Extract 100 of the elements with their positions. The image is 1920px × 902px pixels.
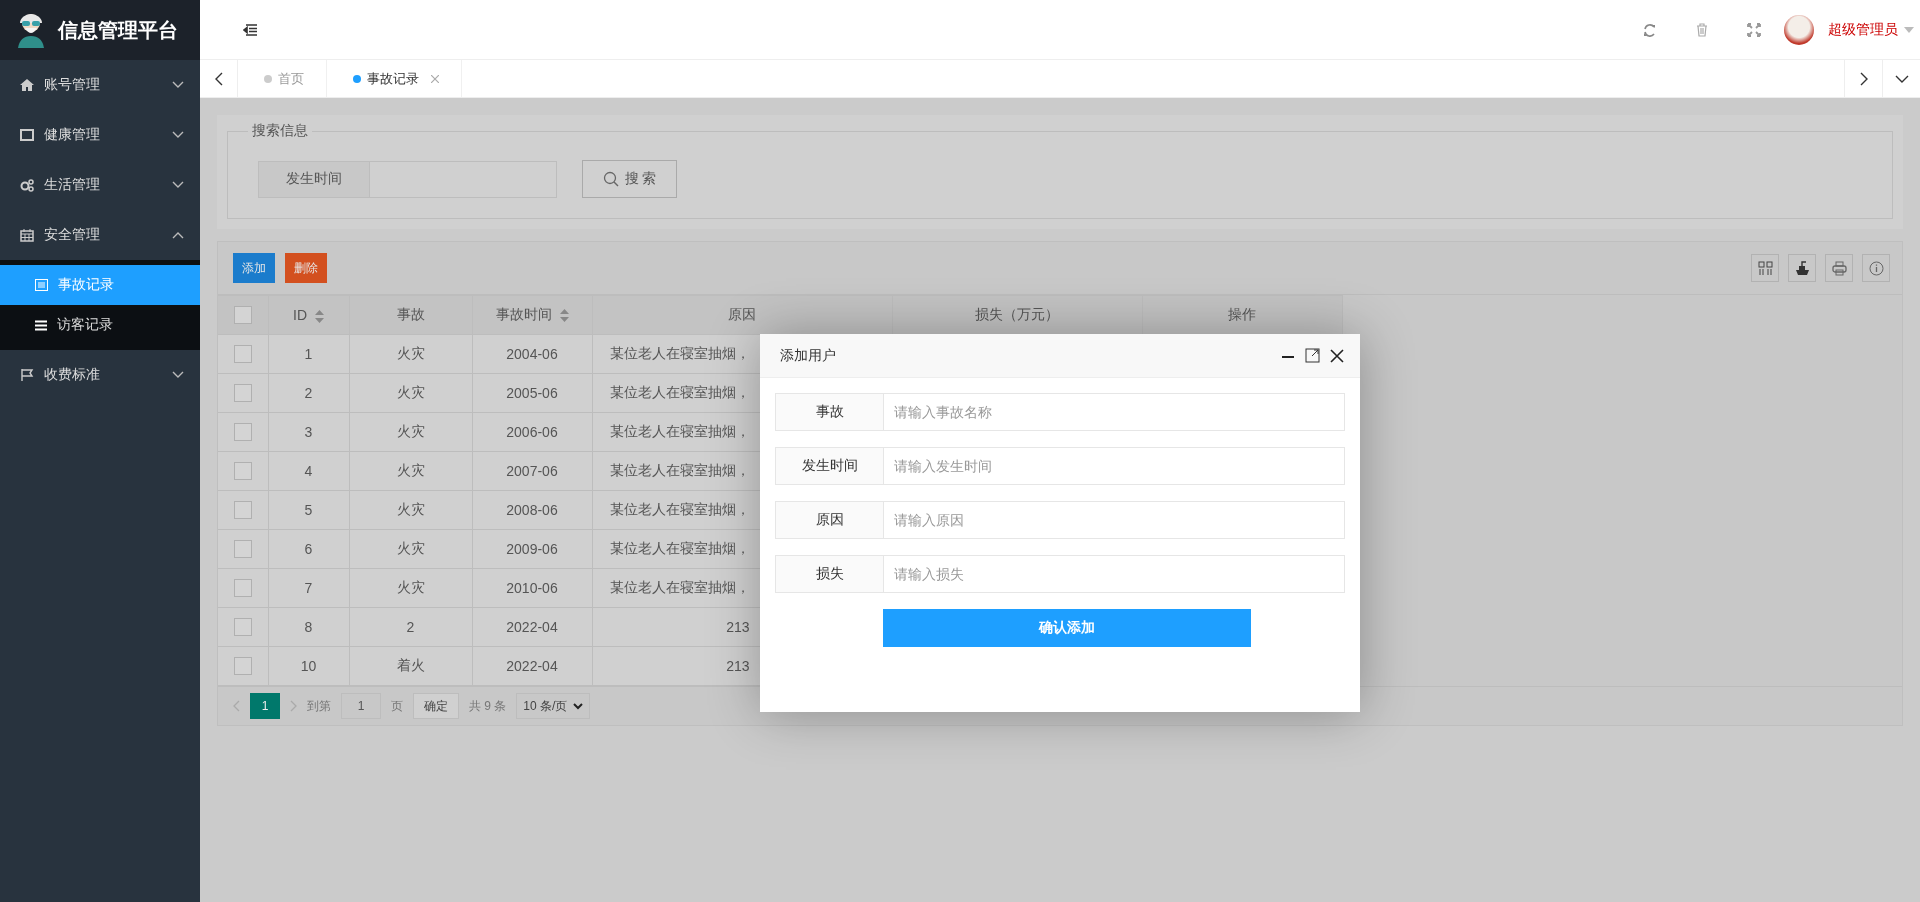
column-header[interactable]: 事故 [349, 295, 472, 335]
table-cell: 2007-06 [472, 451, 592, 491]
field-label: 损失 [775, 555, 884, 593]
status-dot [353, 74, 361, 83]
page-size-select[interactable]: 10 条/页 [516, 693, 591, 719]
table-cell: 2005-06 [472, 373, 592, 413]
avatar[interactable] [1784, 14, 1814, 45]
tab[interactable]: 事故记录 [327, 60, 462, 97]
columns-button[interactable] [1751, 254, 1779, 282]
table-cell: 火灾 [349, 373, 472, 413]
table-cell: 2004-06 [472, 334, 592, 374]
checkbox[interactable] [233, 579, 252, 598]
column-header[interactable]: 损失（万元） [892, 295, 1142, 335]
columns-icon [1757, 260, 1773, 276]
add-button[interactable]: 添加 [233, 253, 275, 283]
table-cell: 2006-06 [472, 412, 592, 452]
column-header[interactable]: ID [268, 295, 349, 335]
checkbox[interactable] [233, 618, 252, 637]
goto-label: 到第 [307, 697, 331, 715]
table-cell: 2009-06 [472, 529, 592, 569]
caret-icon [1904, 26, 1914, 33]
menu-item[interactable]: 收费标准 [0, 350, 200, 400]
table-cell: 3 [268, 412, 349, 452]
submenu-item[interactable]: 事故记录 [0, 265, 200, 305]
column-header[interactable]: 操作 [1142, 295, 1342, 335]
column-header[interactable]: 事故时间 [472, 295, 592, 335]
checkbox[interactable] [233, 657, 252, 676]
field-label: 事故 [775, 393, 884, 431]
tab[interactable]: 首页 [238, 60, 327, 97]
fullscreen-icon[interactable] [1747, 22, 1761, 37]
date-field[interactable]: 发生时间 [258, 160, 557, 198]
flag-icon [20, 368, 34, 382]
table-cell: 火灾 [349, 529, 472, 569]
info-button[interactable] [1862, 254, 1890, 282]
page-button[interactable]: 1 [250, 693, 280, 719]
section-title: 搜索信息 [248, 122, 312, 140]
chevron-left-icon [214, 71, 223, 86]
logo-icon [16, 12, 46, 48]
status-dot [264, 74, 272, 83]
table-cell: 着火 [349, 646, 472, 686]
table-cell: 火灾 [349, 451, 472, 491]
gears-icon [20, 178, 34, 192]
input-field[interactable]: 请输入损失 [884, 555, 1345, 593]
maximize-icon[interactable] [1305, 348, 1320, 363]
menu-item[interactable]: 账号管理 [0, 60, 200, 110]
table-cell: 2010-06 [472, 568, 592, 608]
page-input[interactable]: 1 [341, 693, 381, 719]
collapse-menu-icon[interactable] [243, 23, 257, 36]
search-button[interactable]: 搜 索 [582, 160, 677, 198]
chevron-right-icon[interactable] [290, 700, 297, 712]
page-unit: 页 [391, 697, 403, 715]
menu-icon [35, 319, 47, 331]
checkbox[interactable] [233, 423, 252, 442]
table-cell: 1 [268, 334, 349, 374]
app-title: 信息管理平台 [58, 17, 178, 43]
table-cell: 10 [268, 646, 349, 686]
submenu-item[interactable]: 访客记录 [0, 305, 200, 345]
chevron-right-icon [1859, 71, 1868, 86]
search-icon [602, 171, 619, 187]
table-cell: 2 [268, 373, 349, 413]
table-cell: 2022-04 [472, 646, 592, 686]
trash-icon[interactable] [1695, 22, 1709, 37]
menu-item[interactable]: 安全管理 [0, 210, 200, 260]
menu-item[interactable]: 健康管理 [0, 110, 200, 160]
print-button[interactable] [1825, 254, 1853, 282]
submit-button[interactable]: 确认添加 [883, 609, 1251, 647]
input-field[interactable]: 请输入原因 [884, 501, 1345, 539]
checkbox[interactable] [233, 501, 252, 520]
chevron-down-icon [573, 702, 584, 710]
confirm-button[interactable]: 确定 [413, 693, 459, 719]
table-cell: 7 [268, 568, 349, 608]
table-cell: 火灾 [349, 568, 472, 608]
menu-item[interactable]: 生活管理 [0, 160, 200, 210]
calendar-icon [20, 228, 34, 242]
user-menu[interactable]: 超级管理员 [1828, 20, 1898, 39]
dialog-title: 添加用户 [780, 346, 836, 365]
input-field[interactable]: 请输入事故名称 [884, 393, 1345, 431]
checkbox[interactable] [233, 306, 252, 325]
sort-icon[interactable] [559, 308, 569, 322]
table-cell: 5 [268, 490, 349, 530]
input-field[interactable]: 请输入发生时间 [884, 447, 1345, 485]
home-icon [20, 78, 34, 92]
close-icon[interactable] [1330, 348, 1344, 363]
chevron-left-icon[interactable] [233, 700, 240, 712]
table-cell: 4 [268, 451, 349, 491]
checkbox[interactable] [233, 540, 252, 559]
checkbox[interactable] [233, 462, 252, 481]
print-icon [1831, 260, 1847, 276]
table-cell: 火灾 [349, 412, 472, 452]
field-label: 原因 [775, 501, 884, 539]
column-header[interactable]: 原因 [592, 295, 892, 335]
info-icon [1868, 260, 1884, 276]
checkbox[interactable] [233, 384, 252, 403]
refresh-icon[interactable] [1643, 22, 1657, 37]
delete-button[interactable]: 删除 [285, 253, 327, 283]
checkbox[interactable] [233, 345, 252, 364]
table-cell: 2008-06 [472, 490, 592, 530]
window-icon [20, 128, 34, 142]
table-cell: 8 [268, 607, 349, 647]
sort-icon[interactable] [315, 309, 324, 323]
